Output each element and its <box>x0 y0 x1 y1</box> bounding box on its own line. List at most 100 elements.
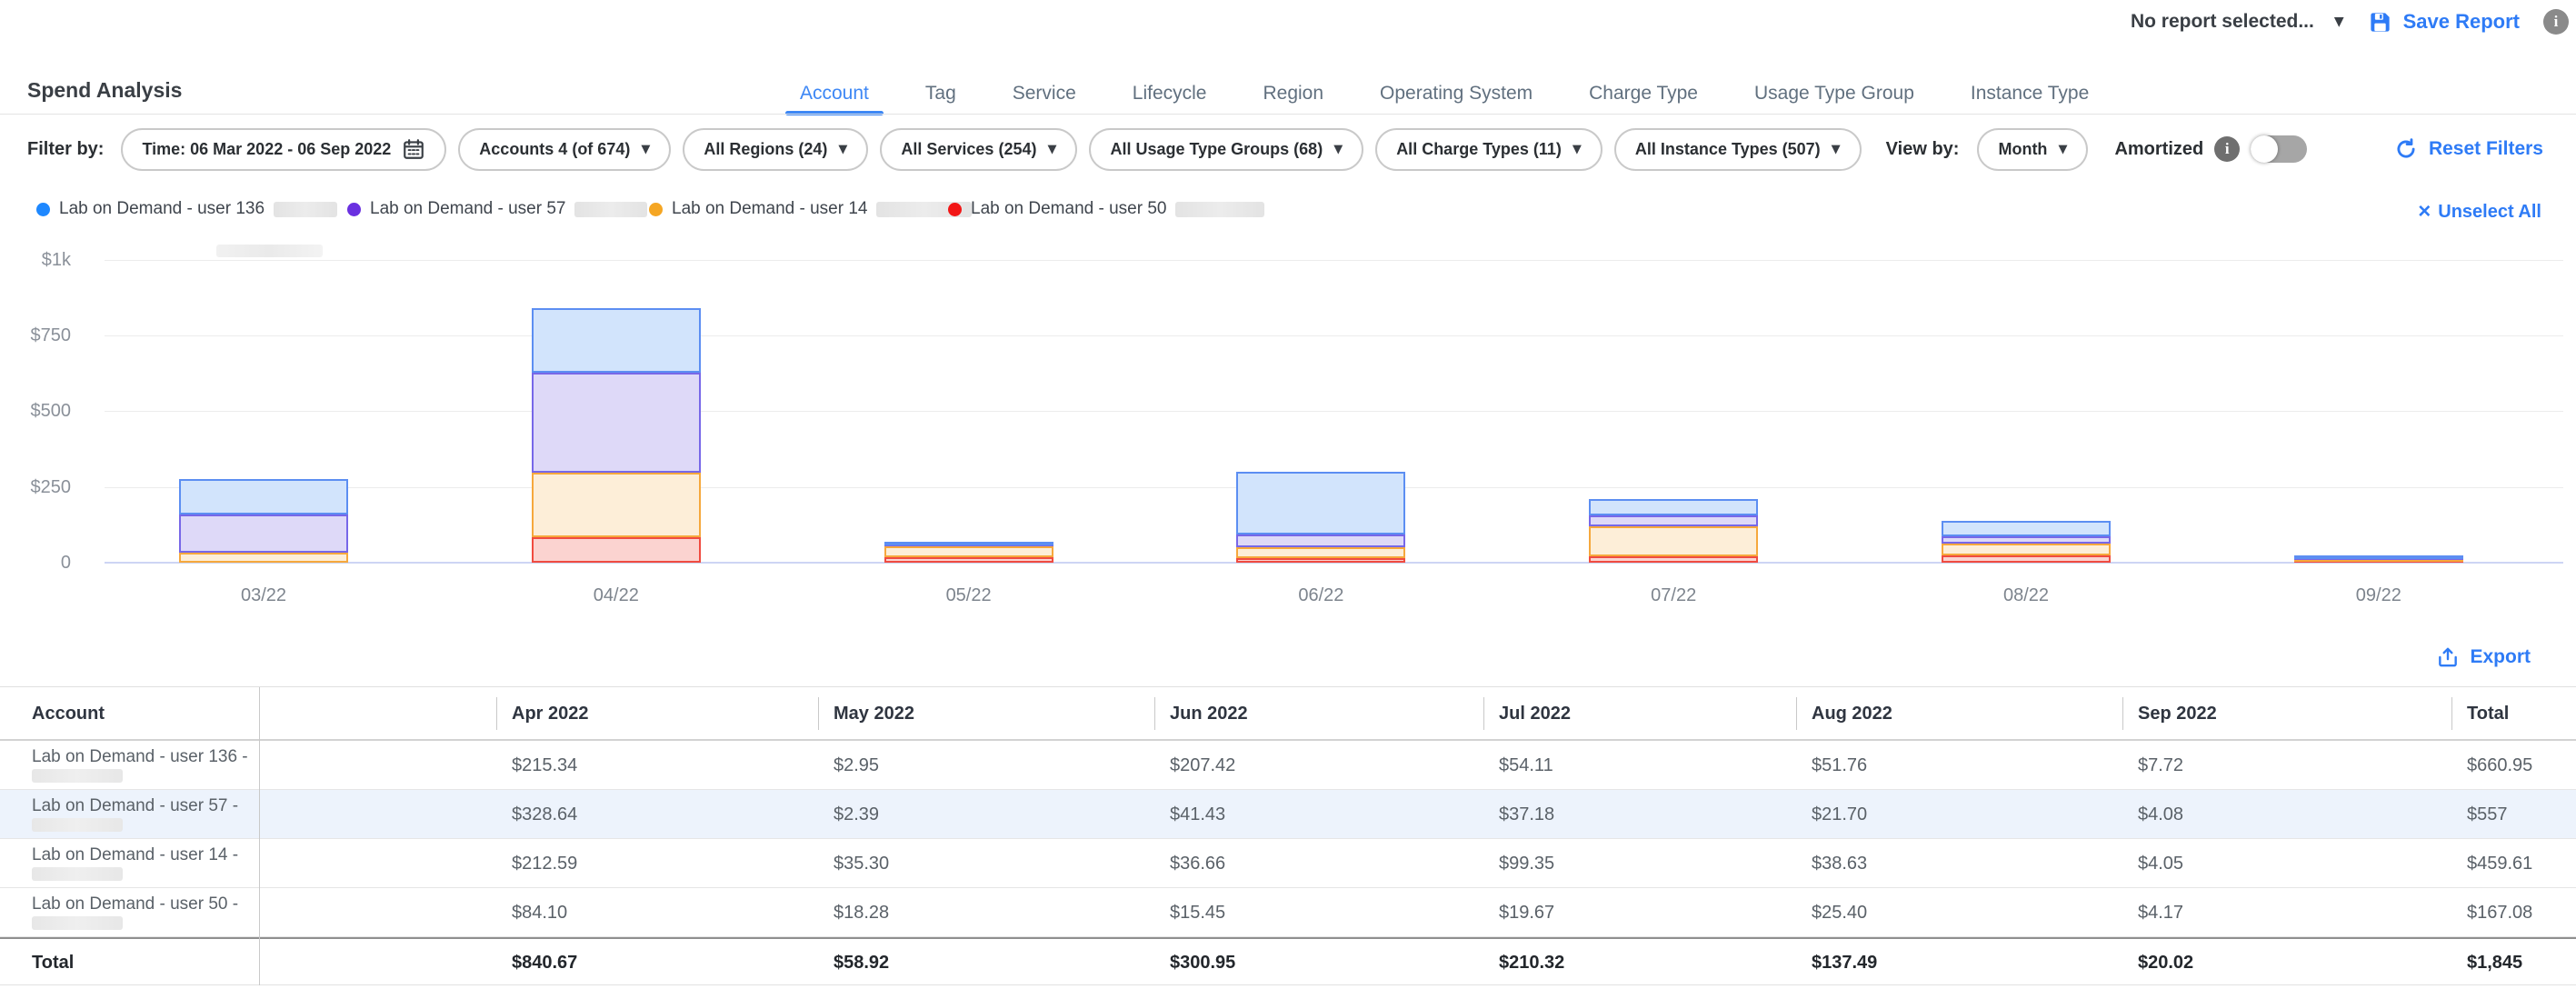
column-header-account: Account <box>32 697 105 730</box>
tab-lifecycle[interactable]: Lifecycle <box>1133 73 1207 115</box>
tab-charge-type[interactable]: Charge Type <box>1589 73 1698 115</box>
amortized-toggle[interactable] <box>2251 135 2307 163</box>
bar-segment-lab-on-demand-user-14-04-22 <box>532 473 701 537</box>
filter-pill-all-instance-types[interactable]: All Instance Types (507)▼ <box>1614 128 1862 171</box>
legend-item-lab-on-demand-user-136[interactable]: Lab on Demand - user 136 <box>36 199 337 219</box>
redacted-text <box>1175 202 1264 217</box>
x-tick-label: 09/22 <box>2306 584 2451 607</box>
y-tick-label: $1k <box>0 247 71 273</box>
cell-value: $4.17 <box>2138 888 2183 937</box>
stacked-bar-chart: $1k$750$500$250003/2204/2205/2206/2207/2… <box>0 245 2576 618</box>
tab-usage-type-group[interactable]: Usage Type Group <box>1754 73 1914 115</box>
legend-label: Lab on Demand - user 50 <box>971 199 1166 219</box>
amortized-group: Amortized i <box>2114 135 2307 163</box>
cell-value: $212.59 <box>512 839 577 888</box>
bar-segment-lab-on-demand-user-57-06-22 <box>1236 534 1405 547</box>
reset-filters-button[interactable]: Reset Filters <box>2394 137 2543 161</box>
cell-value: $36.66 <box>1170 839 1225 888</box>
cell-value: $41.43 <box>1170 790 1225 839</box>
bar-segment-lab-on-demand-user-136-05-22 <box>884 542 1053 545</box>
pill-label: All Charge Types (11) <box>1396 140 1562 159</box>
pill-label: All Regions (24) <box>704 140 827 159</box>
filter-pill-all-regions[interactable]: All Regions (24)▼ <box>683 128 868 171</box>
view-by-label: View by: <box>1886 139 1960 160</box>
tab-operating-system[interactable]: Operating System <box>1380 73 1533 115</box>
amortized-info-icon[interactable]: i <box>2214 136 2240 162</box>
unselect-all-label: Unselect All <box>2438 202 2541 223</box>
filter-pill-all-services[interactable]: All Services (254)▼ <box>880 128 1077 171</box>
chevron-down-icon: ▼ <box>1333 144 1343 155</box>
cell-value: $7.72 <box>2138 741 2183 790</box>
cell-value: $35.30 <box>834 839 889 888</box>
legend-dot <box>36 203 50 216</box>
total-value: $137.49 <box>1812 939 1877 987</box>
filter-pill-all-charge-types[interactable]: All Charge Types (11) ▼ <box>1375 128 1603 171</box>
save-report-button[interactable]: Save Report <box>2368 10 2520 35</box>
x-tick-label: 03/22 <box>191 584 336 607</box>
legend-dot <box>649 203 663 216</box>
legend-item-lab-on-demand-user-57[interactable]: Lab on Demand - user 57 <box>347 199 647 219</box>
tab-service[interactable]: Service <box>1013 73 1076 115</box>
bar-segment-lab-on-demand-user-14-05-22 <box>884 546 1053 557</box>
legend-item-lab-on-demand-user-14[interactable]: Lab on Demand - user 14 <box>649 199 972 219</box>
legend-label: Lab on Demand - user 14 <box>672 199 867 219</box>
cell-value: $4.08 <box>2138 790 2183 839</box>
cell-value: $4.05 <box>2138 839 2183 888</box>
total-value: $1,845 <box>2467 939 2522 987</box>
view-by-group: View by: Month ▼ <box>1886 128 2089 171</box>
info-icon[interactable]: i <box>2543 9 2569 35</box>
column-header-sep-2022: Sep 2022 <box>2122 697 2217 730</box>
cell-value: $51.76 <box>1812 741 1867 790</box>
tab-tag[interactable]: Tag <box>925 73 956 115</box>
legend-label: Lab on Demand - user 136 <box>59 199 265 219</box>
report-selector-dropdown[interactable]: No report selected... ▼ <box>2131 11 2344 33</box>
view-by-dropdown[interactable]: Month ▼ <box>1977 128 2088 171</box>
legend-dot <box>948 203 962 216</box>
chevron-down-icon: ▼ <box>1832 144 1841 155</box>
reset-filters-label: Reset Filters <box>2429 138 2543 160</box>
spend-analysis-page: No report selected... ▼ Save Report i Sp… <box>0 0 2576 989</box>
cell-value: $2.39 <box>834 790 879 839</box>
cell-value: $21.70 <box>1812 790 1867 839</box>
chevron-down-icon: ▼ <box>641 144 650 155</box>
filter-pill-time-06-mar-2022-06-sep-2022[interactable]: Time: 06 Mar 2022 - 06 Sep 2022 <box>121 128 446 171</box>
unselect-all-button[interactable]: × Unselect All <box>2418 201 2541 223</box>
spend-table: AccountApr 2022May 2022Jun 2022Jul 2022A… <box>0 686 2576 986</box>
gridline <box>105 260 2563 261</box>
x-tick-label: 08/22 <box>1953 584 2099 607</box>
header-divider <box>0 114 2576 115</box>
tab-instance-type[interactable]: Instance Type <box>1971 73 2089 115</box>
filter-pill-accounts-4[interactable]: Accounts 4 (of 674)▼ <box>458 128 671 171</box>
y-tick-label: $500 <box>0 398 71 424</box>
tab-account[interactable]: Account <box>800 73 869 115</box>
bar-segment-lab-on-demand-user-136-09-22 <box>2294 555 2463 559</box>
column-header-jun-2022: Jun 2022 <box>1154 697 1248 730</box>
gridline <box>105 411 2563 412</box>
x-tick-label: 05/22 <box>896 584 1042 607</box>
cell-value: $37.18 <box>1499 790 1554 839</box>
chevron-down-icon: ▼ <box>2334 15 2344 28</box>
close-icon: × <box>2418 201 2431 223</box>
bar-segment-lab-on-demand-user-50-06-22 <box>1236 558 1405 563</box>
total-value: $840.67 <box>512 939 577 987</box>
tab-region[interactable]: Region <box>1263 73 1323 115</box>
column-header-aug-2022: Aug 2022 <box>1796 697 1892 730</box>
filter-pills: Time: 06 Mar 2022 - 06 Sep 2022 Accounts … <box>121 128 1861 171</box>
x-tick-label: 06/22 <box>1248 584 1393 607</box>
column-header-total: Total <box>2451 697 2509 730</box>
cell-value: $25.40 <box>1812 888 1867 937</box>
chevron-down-icon: ▼ <box>1573 144 1582 155</box>
export-button[interactable]: Export <box>2436 645 2531 669</box>
redacted-text <box>32 867 123 881</box>
bar-segment-lab-on-demand-user-50-05-22 <box>884 557 1053 563</box>
cell-value: $328.64 <box>512 790 577 839</box>
cell-value: $2.95 <box>834 741 879 790</box>
table-row-lab-on-demand-user-136: Lab on Demand - user 136 -$215.34$2.95$2… <box>0 741 2576 790</box>
legend-item-lab-on-demand-user-50[interactable]: Lab on Demand - user 50 <box>948 199 1264 219</box>
pill-label: All Usage Type Groups (68) <box>1110 140 1323 159</box>
total-value: $58.92 <box>834 939 889 987</box>
column-header-jul-2022: Jul 2022 <box>1483 697 1571 730</box>
export-label: Export <box>2470 646 2531 668</box>
bar-segment-lab-on-demand-user-14-07-22 <box>1589 526 1758 556</box>
filter-pill-all-usage-type-groups[interactable]: All Usage Type Groups (68) ▼ <box>1089 128 1363 171</box>
